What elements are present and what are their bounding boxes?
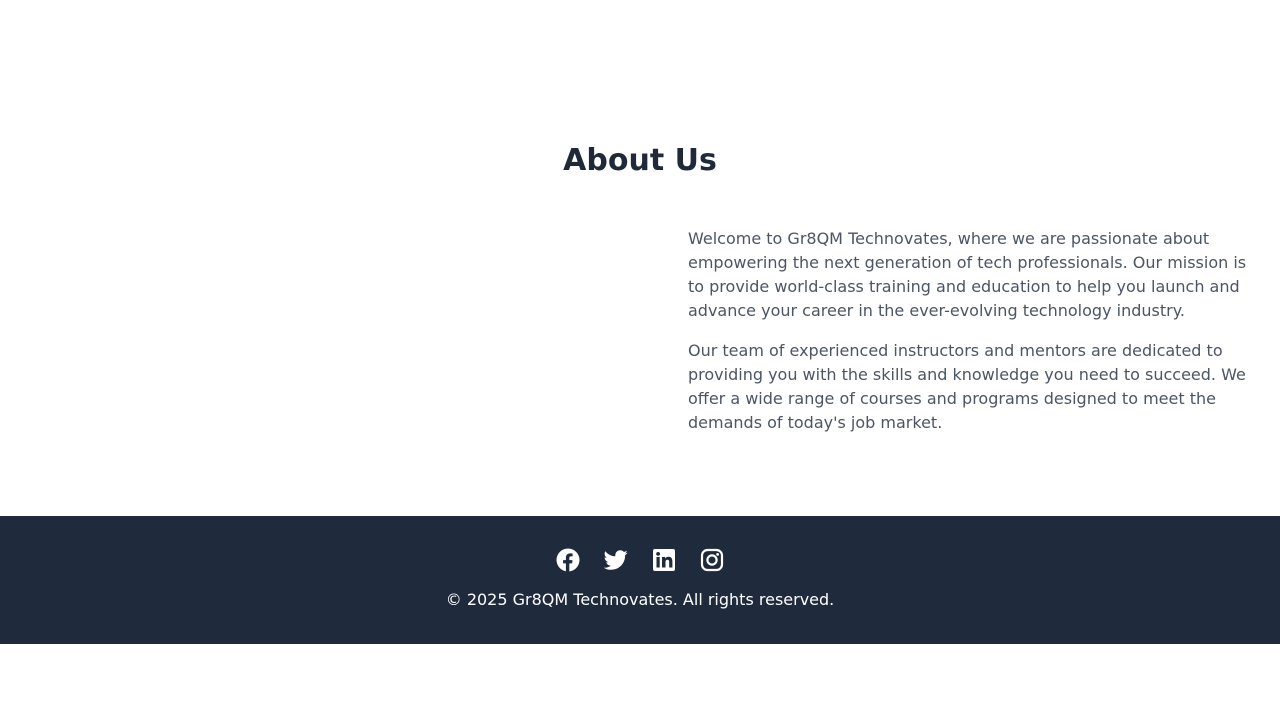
about-paragraph-1: Welcome to Gr8QM Technovates, where we a… (688, 229, 1247, 320)
about-image-placeholder (32, 228, 624, 438)
social-links (0, 548, 1280, 572)
site-footer: © 2025 Gr8QM Technovates. All rights res… (0, 516, 1280, 644)
about-paragraph-2: Our team of experienced instructors and … (688, 341, 1246, 432)
page-title: About Us (563, 143, 717, 178)
twitter-icon (604, 550, 628, 570)
facebook-link[interactable] (556, 548, 580, 572)
instagram-icon (700, 548, 724, 572)
about-text: Welcome to Gr8QM Technovates, where we a… (688, 227, 1252, 451)
about-section: About Us Welcome to Gr8QM Technovates, w… (0, 0, 1280, 516)
twitter-link[interactable] (604, 548, 628, 572)
copyright-text: © 2025 Gr8QM Technovates. All rights res… (445, 590, 835, 609)
instagram-link[interactable] (700, 548, 724, 572)
facebook-icon (556, 548, 580, 572)
linkedin-link[interactable] (652, 548, 676, 572)
linkedin-icon (653, 549, 675, 571)
